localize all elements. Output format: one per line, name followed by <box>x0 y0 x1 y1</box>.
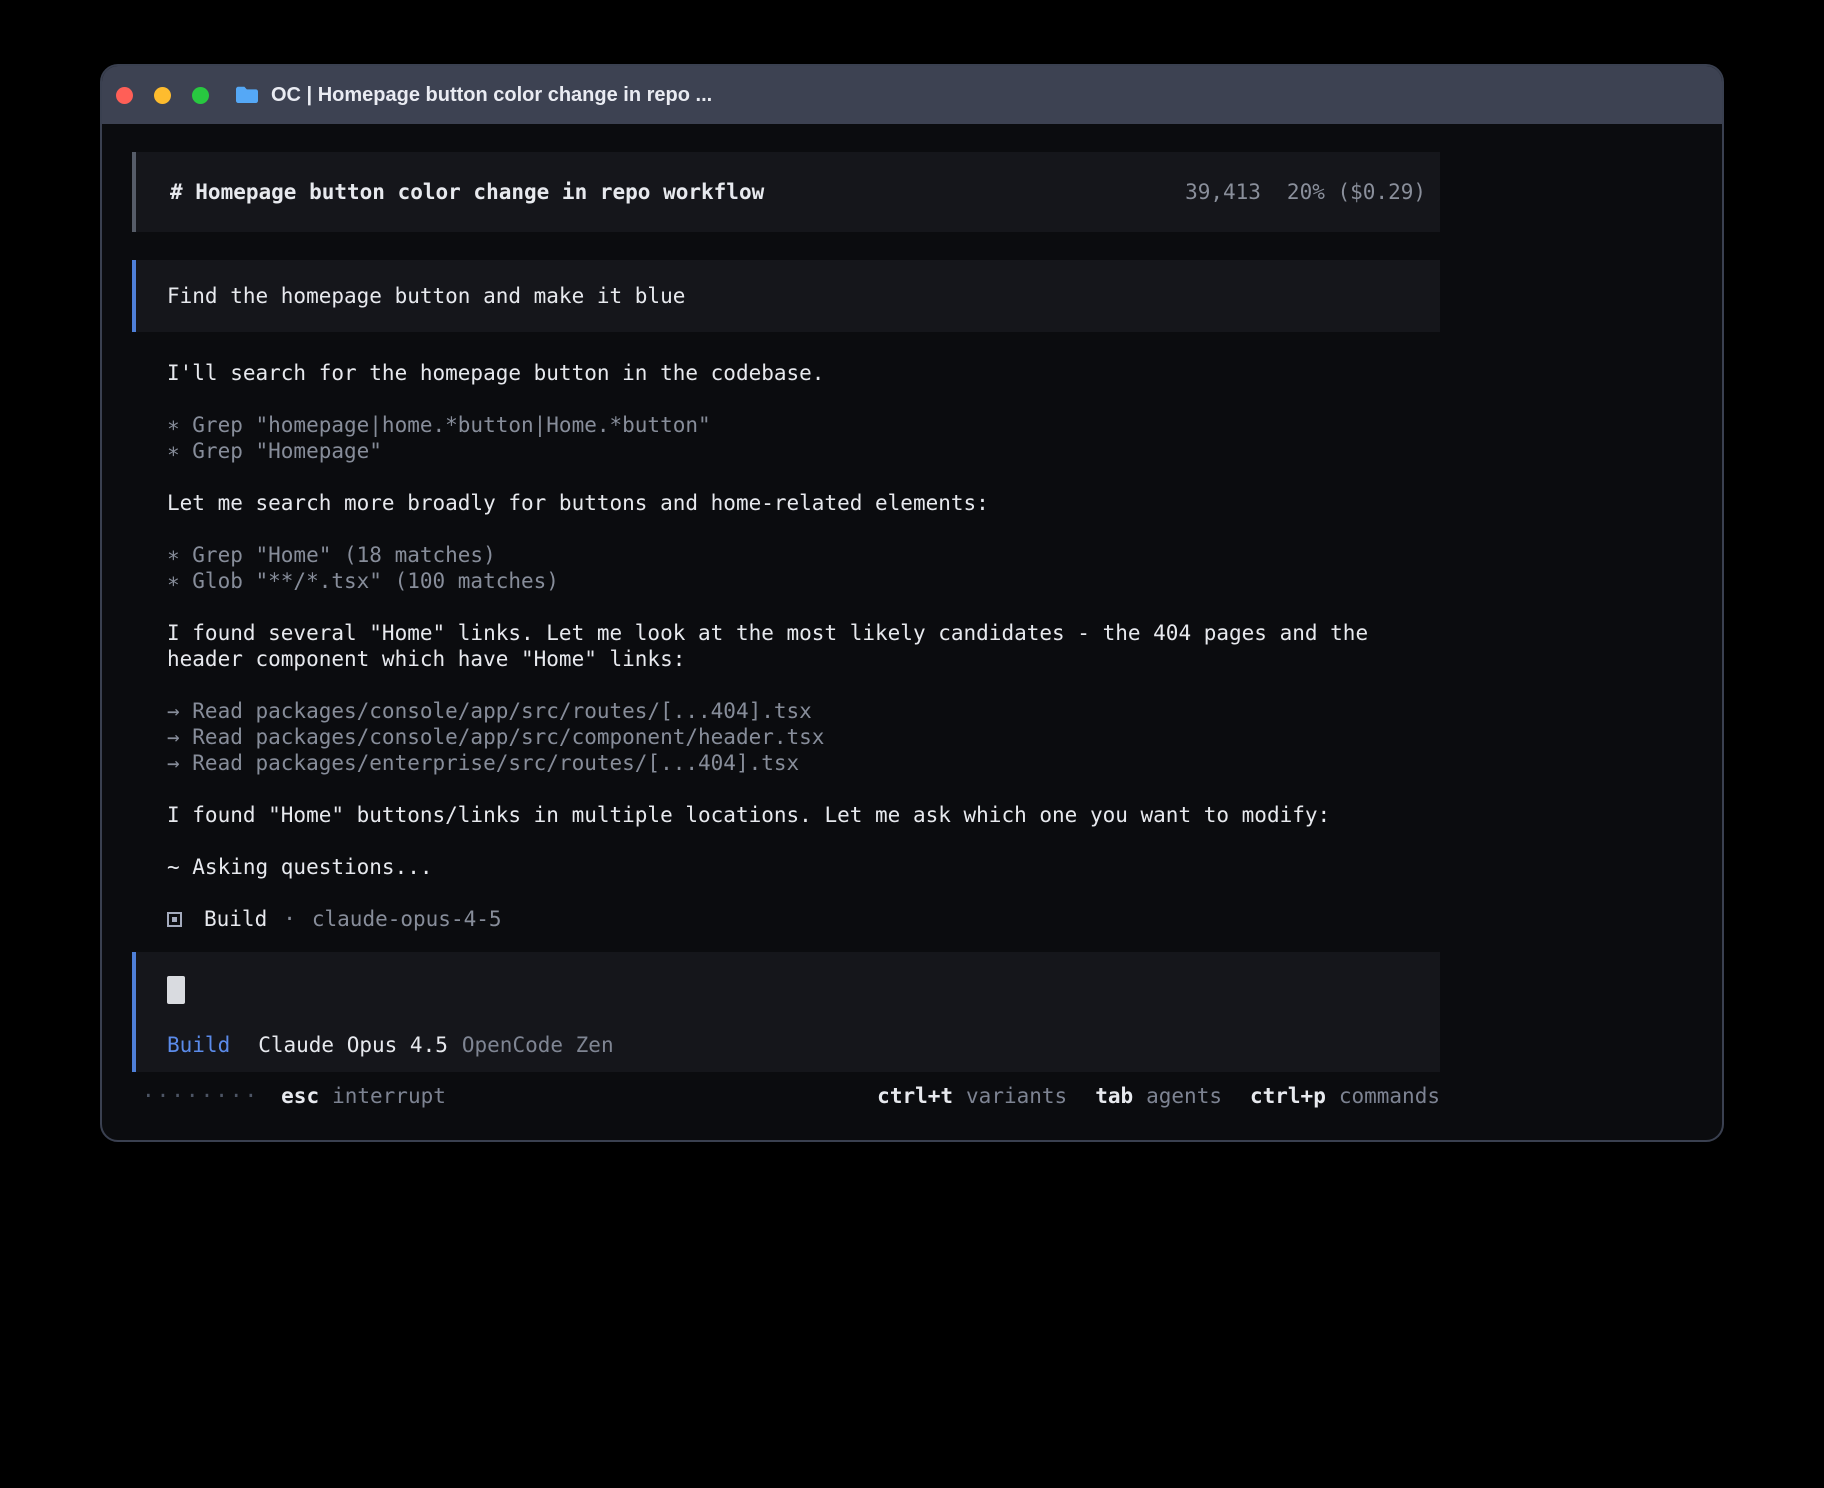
agents-hint: tab agents <box>1095 1083 1222 1109</box>
assistant-message: I found several "Home" links. Let me loo… <box>167 620 1415 672</box>
session-header: # Homepage button color change in repo w… <box>132 152 1440 232</box>
assistant-transcript: I'll search for the homepage button in t… <box>132 360 1440 932</box>
context-usage-cost: 20% ($0.29) <box>1287 179 1426 205</box>
tab-key-label: tab <box>1095 1083 1133 1109</box>
tool-call-glob: ∗ Glob "**/*.tsx" (100 matches) <box>167 568 1415 594</box>
traffic-lights <box>116 87 209 104</box>
agent-name: Build <box>204 906 267 932</box>
separator-dot: · <box>283 906 296 932</box>
model-badge[interactable]: Claude Opus 4.5 <box>258 1032 448 1058</box>
interrupt-hint: esc interrupt <box>281 1083 446 1109</box>
prompt-input[interactable]: Build Claude Opus 4.5 OpenCode Zen <box>132 952 1440 1072</box>
esc-key-label: esc <box>281 1083 319 1109</box>
spinner-dots: ········ <box>142 1083 259 1109</box>
assistant-working-status: ~ Asking questions... <box>167 854 1415 880</box>
variants-hint: ctrl+t variants <box>877 1083 1067 1109</box>
assistant-message: I found "Home" buttons/links in multiple… <box>167 802 1415 828</box>
status-bar-left: ········ esc interrupt <box>142 1083 446 1109</box>
zoom-window-button[interactable] <box>192 87 209 104</box>
minimize-window-button[interactable] <box>154 87 171 104</box>
agent-icon <box>167 912 182 927</box>
assistant-message: Let me search more broadly for buttons a… <box>167 490 1415 516</box>
ctrl-t-key-label: ctrl+t <box>877 1083 953 1109</box>
agent-model-name: claude-opus-4-5 <box>312 906 502 932</box>
tool-call-grep: ∗ Grep "Homepage" <box>167 438 1415 464</box>
assistant-message: I'll search for the homepage button in t… <box>167 360 1415 386</box>
user-message-text: Find the homepage button and make it blu… <box>167 283 685 309</box>
token-count: 39,413 <box>1185 179 1261 205</box>
close-window-button[interactable] <box>116 87 133 104</box>
tui-content: # Homepage button color change in repo w… <box>132 152 1440 1109</box>
agent-status-line: Build · claude-opus-4-5 <box>167 906 1415 932</box>
session-stats: 39,413 20% ($0.29) <box>1185 179 1426 205</box>
tool-call-read: → Read packages/console/app/src/componen… <box>167 724 1415 750</box>
status-bar: ········ esc interrupt ctrl+t variants t… <box>132 1083 1440 1109</box>
window-title: OC | Homepage button color change in rep… <box>271 84 712 107</box>
user-message-block: Find the homepage button and make it blu… <box>132 260 1440 332</box>
tool-call-read: → Read packages/enterprise/src/routes/[.… <box>167 750 1415 776</box>
terminal-window: OC | Homepage button color change in rep… <box>100 64 1724 1142</box>
input-mode-row: Build Claude Opus 4.5 OpenCode Zen <box>167 1032 1416 1058</box>
provider-badge: OpenCode Zen <box>462 1032 614 1058</box>
tool-call-grep: ∗ Grep "homepage|home.*button|Home.*butt… <box>167 412 1415 438</box>
folder-icon <box>235 85 259 105</box>
agents-label: agents <box>1146 1083 1222 1109</box>
ctrl-p-key-label: ctrl+p <box>1250 1083 1326 1109</box>
commands-label: commands <box>1339 1083 1440 1109</box>
variants-label: variants <box>966 1083 1067 1109</box>
text-cursor <box>167 976 185 1004</box>
interrupt-label: interrupt <box>332 1083 446 1109</box>
mode-badge[interactable]: Build <box>167 1032 230 1058</box>
status-bar-right: ctrl+t variants tab agents ctrl+p comman… <box>877 1083 1440 1109</box>
tool-call-read: → Read packages/console/app/src/routes/[… <box>167 698 1415 724</box>
commands-hint: ctrl+p commands <box>1250 1083 1440 1109</box>
window-titlebar[interactable]: OC | Homepage button color change in rep… <box>102 66 1722 124</box>
session-title: # Homepage button color change in repo w… <box>170 179 764 205</box>
tool-call-grep: ∗ Grep "Home" (18 matches) <box>167 542 1415 568</box>
